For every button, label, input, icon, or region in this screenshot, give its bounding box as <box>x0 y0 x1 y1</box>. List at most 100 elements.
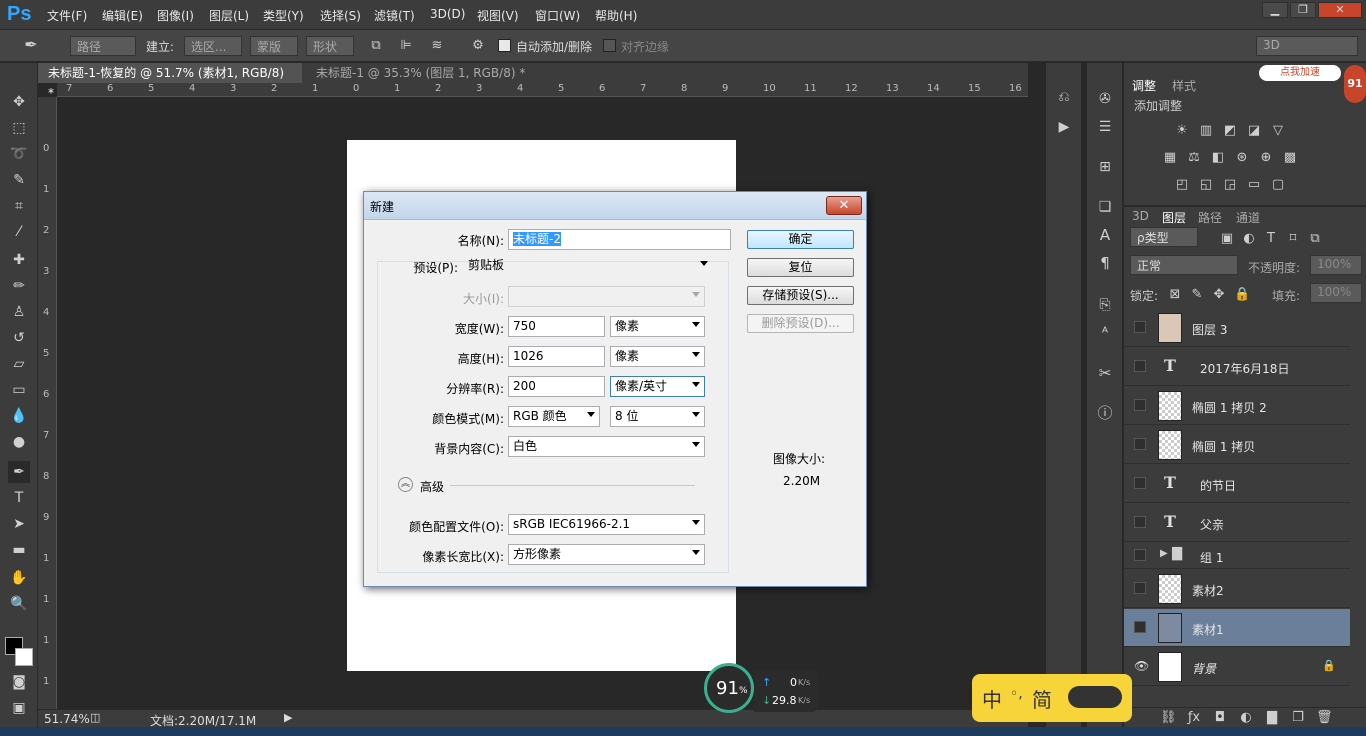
zoom-tool-icon[interactable]: 🔍 <box>8 593 30 615</box>
ime-punct[interactable]: ◦, <box>1010 686 1023 702</box>
filter-smart-icon[interactable]: ⧉ <box>1308 231 1322 247</box>
promo-badge[interactable]: 点我加速 <box>1259 65 1341 81</box>
layer-row-selected[interactable]: 素材1 <box>1124 609 1350 647</box>
vibrance-icon[interactable]: ▽ <box>1270 123 1286 139</box>
tab-layers[interactable]: 图层 <box>1162 209 1186 226</box>
expand-arrow-icon[interactable]: ▶ <box>1160 548 1168 559</box>
dodge-tool-icon[interactable]: ● <box>8 431 30 453</box>
layer-row[interactable]: 椭圆 1 拷贝 <box>1124 426 1350 464</box>
add-mask-icon[interactable]: ◘ <box>1212 710 1228 726</box>
color-balance-icon[interactable]: ⚖ <box>1186 150 1202 166</box>
height-field[interactable]: 1026 <box>508 346 605 367</box>
width-unit-dropdown[interactable]: 像素 <box>610 316 705 337</box>
layer-row[interactable]: T 父亲 <box>1124 504 1350 542</box>
reset-button[interactable]: 复位 <box>747 258 854 277</box>
color-lookup-icon[interactable]: ▩ <box>1282 150 1298 166</box>
visibility-toggle[interactable] <box>1134 582 1146 594</box>
height-unit-dropdown[interactable]: 像素 <box>610 346 705 367</box>
close-window-button[interactable]: ✕ <box>1318 2 1362 18</box>
gradient-tool-icon[interactable]: ▭ <box>8 379 30 401</box>
gradient-map-icon[interactable]: ▭ <box>1246 177 1262 193</box>
curves-icon[interactable]: ◩ <box>1222 123 1238 139</box>
background-dropdown[interactable]: 白色 <box>508 436 705 457</box>
zoom-level[interactable]: 51.74% <box>44 712 90 726</box>
minimize-button[interactable]: ▁ <box>1262 2 1288 18</box>
eyedropper-tool-icon[interactable]: ⁄ <box>8 221 30 243</box>
tool-presets-icon[interactable]: ✂ <box>1095 365 1115 381</box>
tab-adjustments[interactable]: 调整 <box>1132 77 1156 94</box>
ime-simplified[interactable]: 简 <box>1032 684 1052 713</box>
filter-shape-icon[interactable]: ⌑ <box>1286 231 1300 247</box>
visibility-toggle[interactable] <box>1134 516 1146 528</box>
levels-icon[interactable]: ▥ <box>1198 123 1214 139</box>
tab-active-document[interactable]: 未标题-1-恢复的 @ 51.7% (素材1, RGB/8) * × <box>38 63 302 100</box>
hue-saturation-icon[interactable]: ▦ <box>1162 150 1178 166</box>
lock-all-icon[interactable]: 🔒 <box>1234 287 1250 303</box>
layer-name[interactable]: 图层 3 <box>1192 321 1227 338</box>
paragraph-style-icon[interactable]: ᴬ <box>1095 325 1115 341</box>
opacity-field[interactable]: 100% <box>1310 255 1362 275</box>
visibility-toggle[interactable] <box>1134 399 1146 411</box>
layer-name[interactable]: 素材1 <box>1192 621 1224 638</box>
photo-filter-icon[interactable]: ⊛ <box>1234 150 1250 166</box>
menu-type[interactable]: 类型(Y) <box>263 7 304 24</box>
filter-type-icon[interactable]: T <box>1264 231 1278 247</box>
layer-style-icon[interactable]: ƒx <box>1186 710 1202 726</box>
save-preset-button[interactable]: 存储预设(S)... <box>747 286 854 305</box>
layer-name[interactable]: 素材2 <box>1192 582 1224 599</box>
layer-row[interactable]: 椭圆 1 拷贝 2 <box>1124 387 1350 425</box>
screen-mode-icon[interactable]: ▣ <box>8 697 30 719</box>
layer-name[interactable]: 的节日 <box>1200 477 1236 494</box>
eye-icon[interactable]: 👁 <box>1134 659 1149 673</box>
gear-icon[interactable]: ⚙ <box>470 38 486 54</box>
resolution-unit-dropdown[interactable]: 像素/英寸 <box>610 376 705 397</box>
blend-mode-select[interactable]: 正常 <box>1130 255 1238 275</box>
layer-row[interactable]: T 2017年6月18日 <box>1124 348 1350 386</box>
info-icon[interactable]: ⓘ <box>1095 405 1115 421</box>
tab-paths[interactable]: 路径 <box>1198 209 1222 226</box>
layer-group-row[interactable]: ▶ ▇ 组 1 <box>1124 543 1350 569</box>
new-group-icon[interactable]: ▇ <box>1264 710 1280 726</box>
visibility-toggle[interactable] <box>1134 360 1146 372</box>
size-dropdown[interactable] <box>508 286 705 307</box>
auto-add-delete-checkbox[interactable] <box>498 39 511 52</box>
exposure-icon[interactable]: ◪ <box>1246 123 1262 139</box>
rectangle-tool-icon[interactable]: ▬ <box>8 539 30 561</box>
move-tool-icon[interactable]: ✥ <box>8 91 30 113</box>
brightness-icon[interactable]: ☀ <box>1174 123 1190 139</box>
eraser-tool-icon[interactable]: ▱ <box>8 353 30 375</box>
make-selection-button[interactable]: 选区... <box>184 36 242 56</box>
path-operations-icon[interactable]: ⧉ <box>368 38 384 54</box>
layer-name[interactable]: 背景 <box>1192 660 1216 677</box>
layer-name[interactable]: 父亲 <box>1200 516 1224 533</box>
speed-meter[interactable]: 91 % <box>704 663 754 713</box>
bit-depth-dropdown[interactable]: 8 位 <box>610 406 705 427</box>
layer-name[interactable]: 椭圆 1 拷贝 <box>1192 438 1255 455</box>
name-field[interactable]: 未标题-2 <box>508 229 731 250</box>
brush-settings-icon[interactable]: ☰ <box>1095 119 1115 135</box>
align-edges-checkbox[interactable] <box>603 39 616 52</box>
width-field[interactable]: 750 <box>508 316 605 337</box>
tab-channels[interactable]: 通道 <box>1236 209 1260 226</box>
layer-name[interactable]: 组 1 <box>1200 549 1223 566</box>
pen-tool-icon[interactable]: ✒ <box>20 37 42 53</box>
menu-filter[interactable]: 滤镜(T) <box>374 7 415 24</box>
fill-field[interactable]: 100% <box>1310 283 1362 303</box>
pen-tool-icon[interactable]: ✒ <box>8 461 30 483</box>
menu-file[interactable]: 文件(F) <box>47 7 87 24</box>
type-tool-icon[interactable]: T <box>8 487 30 509</box>
path-arrangement-icon[interactable]: ≋ <box>428 38 446 54</box>
delete-preset-button[interactable]: 删除预设(D)... <box>747 314 854 333</box>
character-style-icon[interactable]: ⎘ <box>1095 297 1115 313</box>
menu-3d[interactable]: 3D(D) <box>430 7 465 21</box>
workspace-select[interactable]: 3D <box>1256 36 1358 56</box>
menu-layer[interactable]: 图层(L) <box>209 7 249 24</box>
background-color-swatch[interactable] <box>15 648 33 666</box>
menu-help[interactable]: 帮助(H) <box>595 7 637 24</box>
lasso-tool-icon[interactable]: ➰ <box>8 143 30 165</box>
lock-pixels-icon[interactable]: ✎ <box>1190 287 1204 303</box>
brush-preset-icon[interactable]: ✇ <box>1095 91 1115 107</box>
lock-transparent-icon[interactable]: ⊠ <box>1168 287 1182 303</box>
filter-pixel-icon[interactable]: ▣ <box>1220 231 1234 247</box>
menu-edit[interactable]: 编辑(E) <box>102 7 143 24</box>
